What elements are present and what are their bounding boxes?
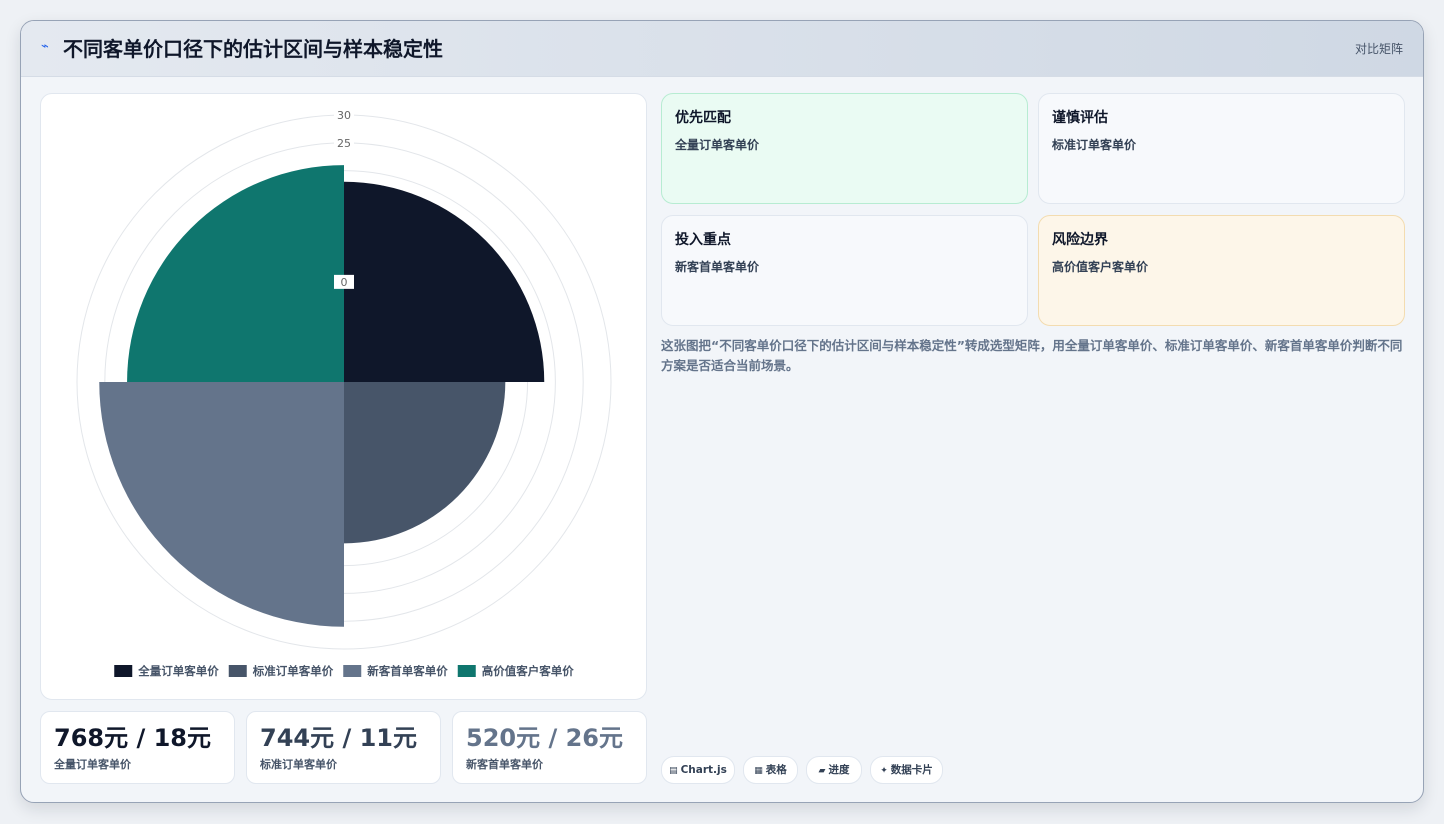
kpi-value: 744元 / 11元: [260, 724, 417, 752]
tile-title: 谨慎评估: [1052, 110, 1108, 126]
chip-label: 数据卡片: [890, 764, 933, 776]
legend-label[interactable]: 高价值客户客单价: [482, 664, 574, 678]
polar-chart-panel: 0 25 30 全量订单客单价 标准订单客单价 新客首单客单价 高价值客户客单价: [40, 93, 647, 700]
chip-progress[interactable]: ▰ 进度: [806, 756, 862, 784]
kpi-card-new: 520元 / 26元 新客首单客单价: [452, 711, 647, 784]
polar-wedge[interactable]: [127, 165, 344, 382]
radial-tick-label: 30: [337, 109, 351, 122]
kpi-label: 全量订单客单价: [54, 758, 131, 771]
table-icon: ▦: [754, 766, 763, 776]
pulse-icon: ⌁: [41, 39, 49, 54]
chip-chartjs[interactable]: ▤ Chart.js: [661, 756, 735, 784]
radial-tick-label: 25: [337, 137, 351, 150]
page-title: 不同客单价口径下的估计区间与样本稳定性: [63, 37, 443, 61]
legend-label[interactable]: 全量订单客单价: [137, 664, 219, 678]
chip-data-card[interactable]: ✦ 数据卡片: [870, 756, 943, 784]
legend-swatch: [457, 665, 476, 677]
tile-subtitle: 标准订单客单价: [1052, 138, 1137, 152]
tile-investment-focus[interactable]: 投入重点 新客首单客单价: [661, 215, 1028, 326]
kpi-label: 标准订单客单价: [260, 758, 337, 771]
chip-label: Chart.js: [680, 764, 727, 776]
polar-wedge[interactable]: [344, 382, 506, 544]
chip-label: 进度: [828, 764, 850, 776]
dashboard-card: ⌁ 不同客单价口径下的估计区间与样本稳定性 对比矩阵 0 25 30 全量订单客单价标…: [20, 20, 1424, 803]
tile-careful-eval[interactable]: 谨慎评估 标准订单客单价: [1038, 93, 1405, 204]
tile-title: 优先匹配: [675, 110, 731, 126]
polar-wedge[interactable]: [344, 181, 545, 382]
chip-table[interactable]: ▦ 表格: [743, 756, 798, 784]
compare-matrix-link[interactable]: 对比矩阵: [1355, 40, 1403, 58]
legend-swatch: [114, 665, 133, 677]
legend-swatch: [228, 665, 247, 677]
kpi-value: 768元 / 18元: [54, 724, 211, 752]
tile-risk-boundary[interactable]: 风险边界 高价值客户客单价: [1038, 215, 1405, 326]
card-icon: ✦: [880, 766, 888, 776]
kpi-card-full: 768元 / 18元 全量订单客单价: [40, 711, 235, 784]
progress-icon: ▰: [818, 766, 826, 776]
legend-label[interactable]: 新客首单客单价: [367, 664, 448, 678]
polar-wedge[interactable]: [99, 382, 344, 627]
tile-title: 风险边界: [1052, 232, 1108, 248]
polar-area-chart: 0 25 30 全量订单客单价 标准订单客单价 新客首单客单价 高价值客户客单价: [76, 108, 612, 678]
radial-tick-label: 0: [341, 276, 348, 289]
chip-label: 表格: [765, 764, 787, 776]
legend-swatch: [343, 665, 362, 677]
kpi-card-standard: 744元 / 11元 标准订单客单价: [246, 711, 441, 784]
kpi-label: 新客首单客单价: [466, 758, 543, 771]
tile-priority-match[interactable]: 优先匹配 全量订单客单价: [661, 93, 1028, 204]
tile-subtitle: 高价值客户客单价: [1052, 260, 1149, 274]
chart-description: 这张图把“不同客单价口径下的估计区间与样本稳定性”转成选型矩阵，用全量订单客单价…: [661, 338, 1403, 373]
chart-icon: ▤: [669, 766, 678, 776]
tile-subtitle: 新客首单客单价: [675, 260, 760, 274]
tile-subtitle: 全量订单客单价: [675, 138, 760, 152]
tile-title: 投入重点: [675, 232, 731, 248]
legend-label[interactable]: 标准订单客单价: [252, 664, 334, 678]
header: ⌁ 不同客单价口径下的估计区间与样本稳定性 对比矩阵: [21, 21, 1423, 77]
kpi-value: 520元 / 26元: [466, 724, 623, 752]
